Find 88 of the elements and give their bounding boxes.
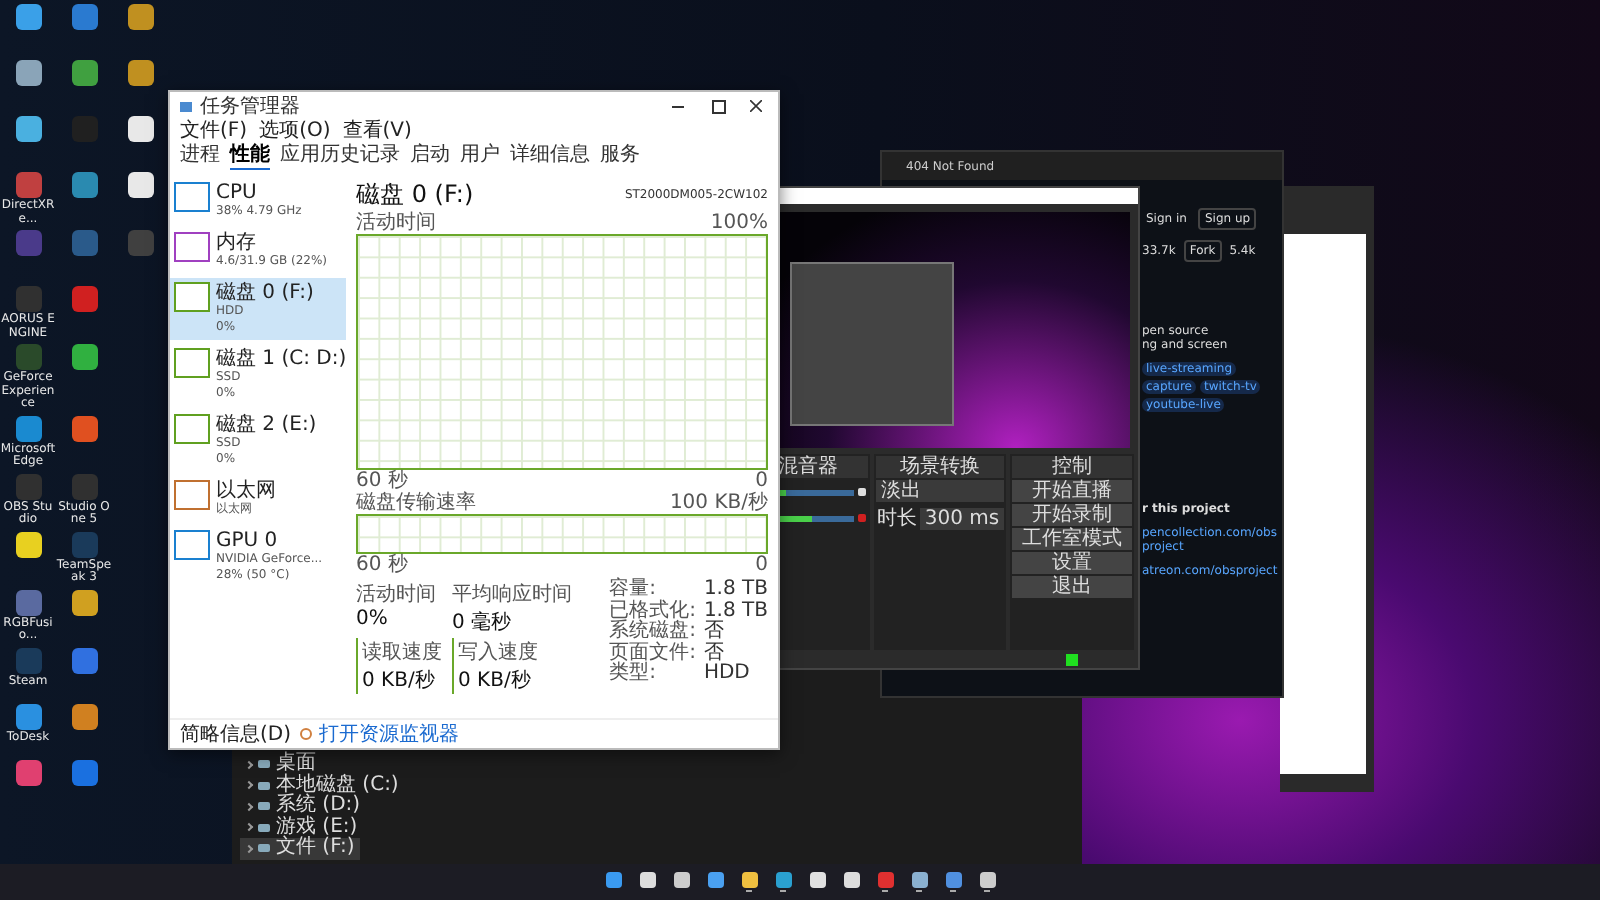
app-icon[interactable]	[71, 589, 97, 615]
property-value: 否	[703, 622, 726, 642]
app-icon[interactable]	[127, 116, 153, 142]
app-icon[interactable]	[15, 4, 41, 30]
disk-heading: 磁盘 0 (F:)	[356, 178, 474, 211]
menu-item[interactable]: 查看(V)	[342, 120, 412, 144]
property-label: 容量:	[609, 580, 656, 600]
running-indicator	[882, 890, 888, 892]
chevron-icon[interactable]	[244, 823, 254, 832]
tree-item[interactable]: 桌面	[240, 754, 322, 775]
stat-label: 读取速度	[362, 639, 442, 666]
property-value: 1.8 TB	[703, 580, 768, 601]
tree-item[interactable]: 本地磁盘 (C:)	[240, 775, 405, 796]
transition-select[interactable]: 淡出	[876, 480, 1004, 502]
control-button[interactable]: 工作室模式	[1011, 528, 1132, 550]
taskbar-button[interactable]	[772, 868, 794, 896]
running-indicator	[984, 890, 990, 892]
window-title: 任务管理器	[200, 94, 300, 119]
tab[interactable]: 详细信息	[510, 144, 590, 170]
app-icon[interactable]	[71, 344, 97, 370]
running-indicator	[746, 890, 752, 892]
app-icon[interactable]	[127, 4, 153, 30]
duration-field[interactable]: 300 ms	[920, 507, 1004, 529]
tab[interactable]: 性能	[230, 144, 270, 170]
property-label: 类型:	[609, 664, 658, 685]
app-icon	[180, 101, 192, 111]
app-icon[interactable]	[15, 531, 41, 557]
fewer-details-link[interactable]: 简略信息(D)	[180, 720, 292, 748]
app-icon[interactable]	[71, 703, 97, 729]
tab[interactable]: 服务	[600, 144, 640, 170]
app-icon[interactable]	[127, 172, 153, 198]
tree-item[interactable]: 游戏 (E:)	[240, 817, 364, 838]
duration-label: 时长	[876, 505, 917, 532]
maximize-icon[interactable]	[712, 99, 726, 113]
chevron-icon[interactable]	[244, 844, 254, 853]
property-value: 否	[703, 643, 726, 663]
tab[interactable]: 进程	[180, 144, 220, 170]
running-indicator	[916, 890, 922, 892]
close-icon[interactable]	[750, 100, 762, 112]
stat-label: 活动时间	[356, 581, 438, 608]
graph-min-label: 0	[755, 554, 768, 576]
chevron-icon[interactable]	[244, 781, 254, 790]
graph-max-label: 100 KB/秒	[669, 492, 768, 514]
tab[interactable]: 用户	[460, 144, 500, 170]
graph-label: 磁盘传输速率	[356, 492, 476, 514]
menu-item[interactable]: 选项(O)	[259, 120, 331, 144]
property-value: 1.8 TB	[703, 601, 768, 621]
dock-title: 控制	[1011, 456, 1132, 478]
app-icon[interactable]	[15, 116, 41, 142]
app-icon[interactable]	[15, 60, 41, 86]
graph-label: 活动时间	[356, 212, 436, 234]
graph-max-label: 100%	[710, 212, 768, 234]
speaker-icon[interactable]	[858, 488, 867, 496]
taskbar-button[interactable]	[908, 868, 930, 896]
stat-value: 0%	[356, 608, 390, 630]
dock-title: 场景转换	[876, 456, 1004, 478]
time-span-label: 60 秒	[356, 554, 408, 576]
stat-value: 0 毫秒	[452, 609, 514, 636]
status-indicator	[1066, 653, 1078, 665]
taskbar-button[interactable]	[738, 868, 760, 896]
property-value: HDD	[703, 664, 752, 685]
time-span-label: 60 秒	[356, 470, 408, 492]
running-indicator	[780, 890, 786, 892]
resource-monitor-link[interactable]: 打开资源监视器	[319, 720, 460, 748]
stat-label: 平均响应时间	[452, 581, 572, 608]
app-icon[interactable]	[127, 60, 153, 86]
control-button[interactable]: 开始录制	[1011, 504, 1132, 526]
tab[interactable]: 应用历史记录	[280, 144, 400, 170]
tree-item[interactable]: 文件 (F:)	[240, 838, 361, 859]
chevron-icon[interactable]	[244, 760, 254, 769]
taskbar-button[interactable]	[942, 868, 964, 896]
tree-item[interactable]: 系统 (D:)	[240, 796, 367, 817]
taskbar-button[interactable]	[976, 868, 998, 896]
property-label: 系统磁盘:	[609, 622, 696, 642]
stat-label: 写入速度	[458, 639, 540, 666]
control-button[interactable]: 退出	[1011, 576, 1132, 598]
property-label: 已格式化:	[609, 601, 696, 621]
monitor-icon	[299, 728, 312, 740]
running-indicator	[950, 890, 956, 892]
tab[interactable]: 启动	[410, 144, 450, 170]
menu-item[interactable]: 文件(F)	[180, 120, 248, 144]
stat-value: 0 KB/秒	[362, 667, 437, 694]
control-button[interactable]: 开始直播	[1011, 480, 1132, 502]
stat-value: 0 KB/秒	[458, 667, 533, 694]
property-label: 页面文件:	[609, 643, 696, 663]
minimize-icon[interactable]	[672, 105, 684, 107]
control-button[interactable]: 设置	[1011, 552, 1132, 574]
chevron-icon[interactable]	[244, 802, 254, 811]
